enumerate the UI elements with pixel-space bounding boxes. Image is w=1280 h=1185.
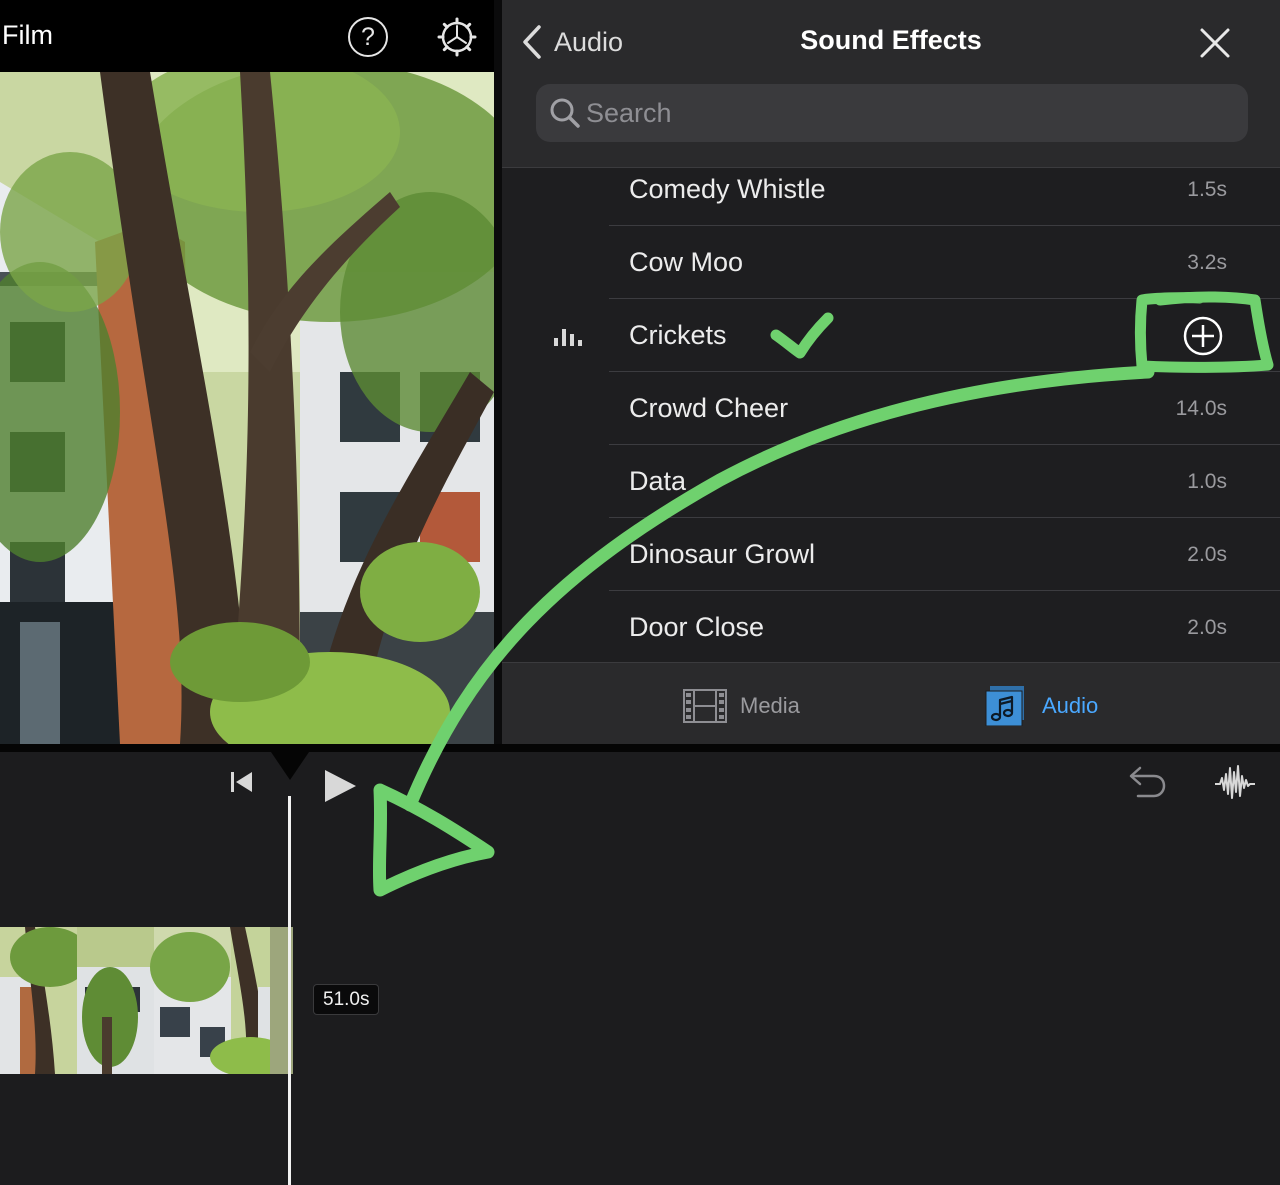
- film-strip-icon: [683, 689, 727, 723]
- tab-audio[interactable]: Audio: [984, 685, 1098, 727]
- playhead[interactable]: [288, 796, 291, 1185]
- item-name: Cow Moo: [629, 247, 744, 277]
- list-item-selected[interactable]: Crickets: [502, 299, 1280, 372]
- item-name: Data: [629, 466, 687, 496]
- tab-media[interactable]: Media: [682, 685, 800, 727]
- item-name: Crickets: [629, 320, 727, 350]
- item-duration: 2.0s: [1187, 616, 1227, 639]
- video-clip[interactable]: [0, 927, 293, 1074]
- item-name: Comedy Whistle: [629, 174, 826, 204]
- item-duration: 1.5s: [1187, 178, 1227, 201]
- playhead-marker: [271, 752, 309, 780]
- search-bar[interactable]: [536, 84, 1248, 142]
- project-title: Film: [2, 20, 53, 50]
- project-header: Film ?: [0, 0, 500, 72]
- sound-effects-browser: Audio Sound Effects Comedy Whistle 1.5s …: [502, 0, 1280, 744]
- pane-divider[interactable]: [494, 0, 502, 744]
- undo-icon[interactable]: [1124, 764, 1166, 800]
- sound-effects-list: Comedy Whistle 1.5s Cow Moo 3.2s Cricket…: [502, 168, 1280, 662]
- video-frame-image: [0, 72, 494, 744]
- search-icon: [550, 98, 580, 128]
- list-item[interactable]: Crowd Cheer 14.0s: [502, 372, 1280, 445]
- list-item[interactable]: Door Close 2.0s: [502, 591, 1280, 662]
- clip-thumbnails: [0, 927, 293, 1074]
- item-name: Dinosaur Growl: [629, 539, 816, 569]
- timeline-divider[interactable]: [0, 744, 1280, 752]
- equalizer-icon: [554, 329, 582, 346]
- browser-tab-bar: Media Audio: [502, 662, 1280, 744]
- item-duration: 1.0s: [1187, 470, 1227, 493]
- search-input[interactable]: [586, 84, 1226, 142]
- play-icon[interactable]: [322, 768, 358, 804]
- video-preview[interactable]: [0, 72, 494, 744]
- question-circle-icon: ?: [361, 22, 375, 51]
- list-item[interactable]: Comedy Whistle 1.5s: [502, 168, 1280, 226]
- close-icon[interactable]: [1198, 26, 1232, 60]
- skip-to-start-icon[interactable]: [228, 768, 256, 796]
- item-name: Door Close: [629, 612, 765, 642]
- item-duration: 2.0s: [1187, 543, 1227, 566]
- list-item[interactable]: Data 1.0s: [502, 445, 1280, 518]
- browser-title: Sound Effects: [800, 25, 982, 55]
- tab-media-label: Media: [740, 693, 800, 718]
- music-note-icon: [985, 686, 1024, 726]
- clip-duration-badge: 51.0s: [313, 984, 380, 1015]
- gear-icon[interactable]: [437, 17, 477, 57]
- help-button[interactable]: ?: [348, 17, 388, 57]
- item-duration: 14.0s: [1175, 397, 1227, 420]
- plus-circle-icon[interactable]: [1182, 315, 1224, 357]
- timeline[interactable]: 51.0s: [0, 752, 1280, 1185]
- browser-header: Audio Sound Effects: [502, 0, 1280, 168]
- tab-audio-label: Audio: [1042, 693, 1099, 718]
- list-item[interactable]: Cow Moo 3.2s: [502, 226, 1280, 299]
- item-duration: 3.2s: [1187, 251, 1227, 274]
- item-name: Crowd Cheer: [629, 393, 789, 423]
- waveform-icon[interactable]: [1214, 762, 1256, 802]
- list-item[interactable]: Dinosaur Growl 2.0s: [502, 518, 1280, 591]
